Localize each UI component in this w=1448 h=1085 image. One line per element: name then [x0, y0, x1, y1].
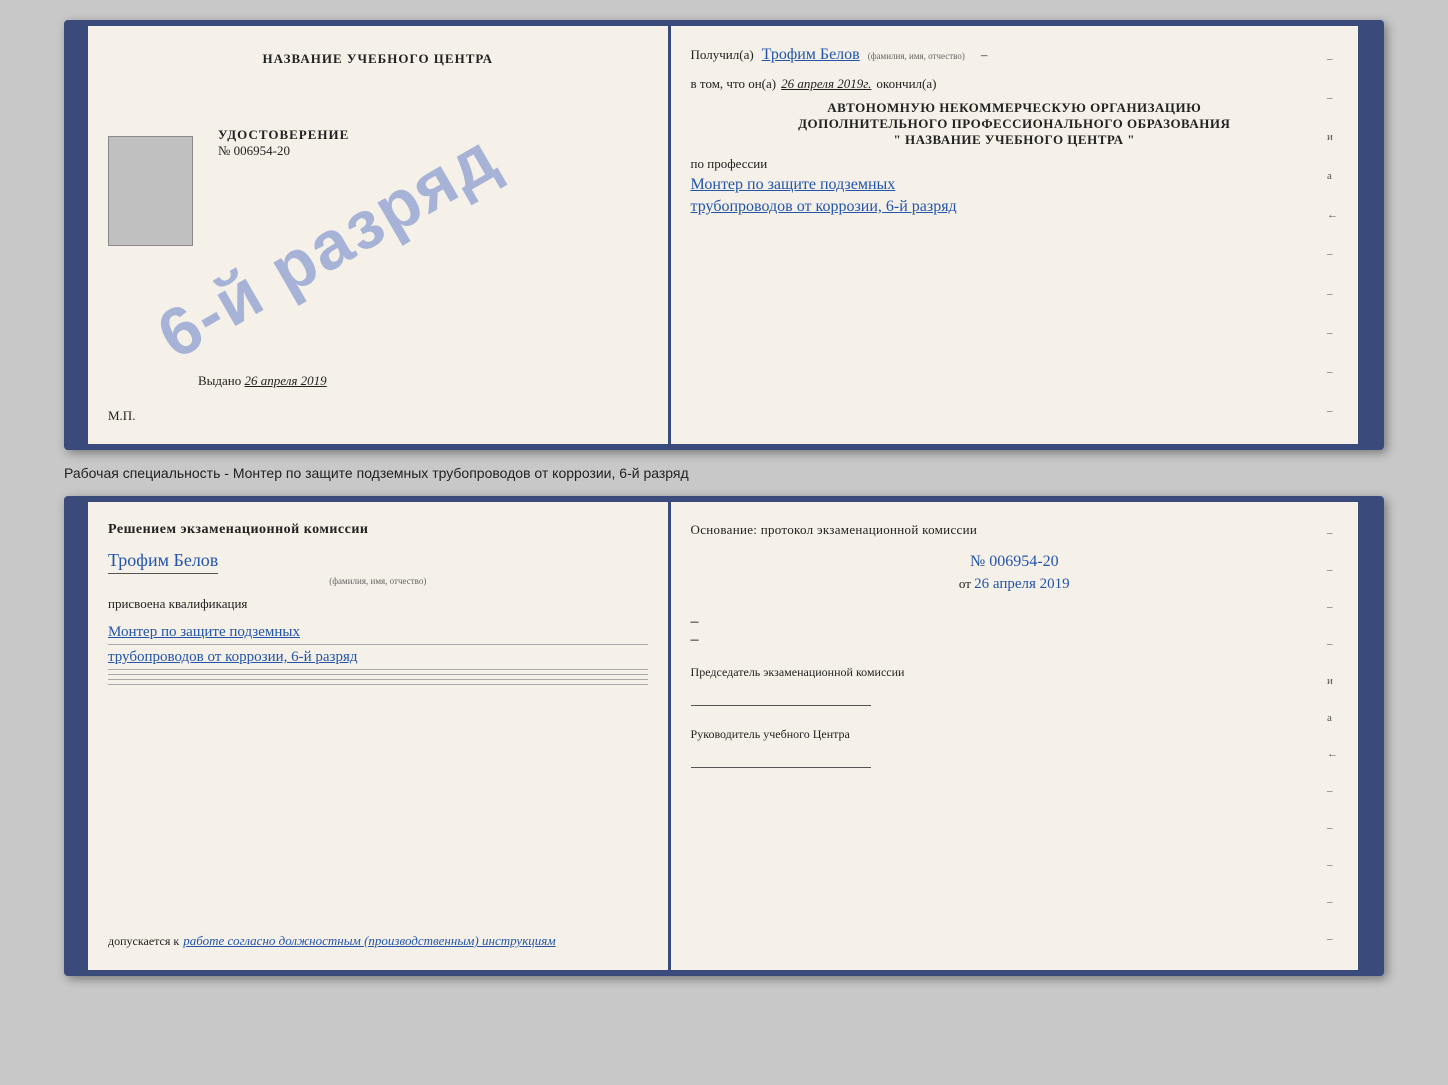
right2-dash2: –	[691, 631, 699, 648]
vydano-label: Выдано	[198, 373, 241, 388]
protocol-number: № 006954-20	[691, 553, 1338, 571]
doc1-left-title: НАЗВАНИЕ УЧЕБНОГО ЦЕНТРА	[108, 51, 648, 67]
vydano-block: Выдано 26 апреля 2019	[198, 373, 327, 389]
margin-dash-4: –	[1327, 288, 1338, 300]
doc2-left-page: Решением экзаменационной комиссии Трофим…	[88, 502, 671, 970]
qualification-line2: трубопроводов от коррозии, 6-й разряд	[108, 645, 648, 670]
profession-line2: трубопроводов от коррозии, 6-й разряд	[691, 198, 1338, 216]
book2-spine-left	[70, 502, 88, 970]
po-professii-label: по профессии	[691, 156, 1338, 172]
r2-dash2: –	[1327, 564, 1338, 576]
margin-i: и	[1327, 131, 1338, 143]
margin-arrow: ←	[1327, 209, 1338, 221]
photo-placeholder	[108, 136, 193, 246]
protocol-block: № 006954-20 от 26 апреля 2019	[691, 553, 1338, 593]
udostoverenie-block: УДОСТОВЕРЕНИЕ № 006954-20	[218, 127, 648, 159]
margin-dash-5: –	[1327, 327, 1338, 339]
org-line3: " НАЗВАНИЕ УЧЕБНОГО ЦЕНТРА "	[691, 132, 1338, 148]
org-block: АВТОНОМНУЮ НЕКОММЕРЧЕСКУЮ ОРГАНИЗАЦИЮ ДО…	[691, 100, 1338, 148]
chairman-signature-line	[691, 686, 871, 706]
vtom-line: в том, что он(а) 26 апреля 2019г. окончи…	[691, 76, 1338, 92]
doc1-right-page: Получил(а) Трофим Белов (фамилия, имя, о…	[671, 26, 1358, 444]
r2-dash4: –	[1327, 638, 1338, 650]
margin-dash-2: –	[1327, 92, 1338, 104]
margin-dash-7: –	[1327, 405, 1338, 417]
prisvoena-text: присвоена квалификация	[108, 596, 648, 612]
doc2-name-subtitle: (фамилия, имя, отчество)	[108, 576, 648, 586]
rukovoditel-label: Руководитель учебного Центра	[691, 726, 1338, 743]
margin-a: а	[1327, 170, 1338, 182]
doc1-left-page: НАЗВАНИЕ УЧЕБНОГО ЦЕНТРА УДОСТОВЕРЕНИЕ №…	[88, 26, 671, 444]
profession-line1: Монтер по защите подземных	[691, 176, 1338, 194]
dopuskaetsya-block: допускается к работе согласно должностны…	[108, 932, 648, 950]
dash-lines: – –	[691, 613, 1338, 649]
certificate-document-2: Решением экзаменационной комиссии Трофим…	[64, 496, 1384, 976]
chairman-block: Председатель экзаменационной комиссии	[691, 664, 1338, 706]
margin-dash-6: –	[1327, 366, 1338, 378]
r2-dash6: –	[1327, 822, 1338, 834]
margin-dash-1: –	[1327, 53, 1338, 65]
certificate-document-1: НАЗВАНИЕ УЧЕБНОГО ЦЕНТРА УДОСТОВЕРЕНИЕ №…	[64, 20, 1384, 450]
r2-arrow: ←	[1327, 748, 1338, 760]
r2-a: а	[1327, 712, 1338, 724]
osnovaniye-text: Основание: протокол экзаменационной коми…	[691, 522, 1338, 538]
doc2-section-title: Решением экзаменационной комиссии	[108, 522, 648, 538]
ot-date-block: от 26 апреля 2019	[691, 576, 1338, 593]
ot-label: от	[959, 576, 971, 591]
r2-dash1: –	[1327, 527, 1338, 539]
book-spine-right	[1358, 26, 1378, 444]
org-line1: АВТОНОМНУЮ НЕКОММЕРЧЕСКУЮ ОРГАНИЗАЦИЮ	[691, 100, 1338, 116]
dash1: –	[981, 47, 988, 63]
r2-i: и	[1327, 675, 1338, 687]
chairman-label: Председатель экзаменационной комиссии	[691, 664, 1338, 681]
vtom-date: 26 апреля 2019г.	[781, 76, 871, 92]
margin-dash-3: –	[1327, 248, 1338, 260]
received-line: Получил(а) Трофим Белов (фамилия, имя, о…	[691, 46, 1338, 64]
ot-date-value: 26 апреля 2019	[974, 576, 1070, 592]
r2-dash5: –	[1327, 785, 1338, 797]
r2-dash3: –	[1327, 601, 1338, 613]
org-line2: ДОПОЛНИТЕЛЬНОГО ПРОФЕССИОНАЛЬНОГО ОБРАЗО…	[691, 116, 1338, 132]
r2-dash8: –	[1327, 896, 1338, 908]
qualification-line1: Монтер по защите подземных	[108, 620, 648, 645]
doc2-name: Трофим Белов	[108, 550, 218, 574]
right-margin-annotations: – – и а ← – – – – –	[1327, 26, 1338, 444]
okonchil: окончил(а)	[876, 76, 936, 92]
middle-text: Рабочая специальность - Монтер по защите…	[64, 460, 1384, 486]
doc2-name-block: Трофим Белов (фамилия, имя, отчество)	[108, 550, 648, 586]
received-name: Трофим Белов	[762, 46, 860, 64]
udostoverenie-label: УДОСТОВЕРЕНИЕ	[218, 127, 648, 143]
udostoverenie-number: № 006954-20	[218, 143, 648, 159]
r2-dash7: –	[1327, 859, 1338, 871]
separator-2	[108, 679, 648, 680]
r2-dash9: –	[1327, 933, 1338, 945]
book2-spine-right	[1358, 502, 1378, 970]
mp-block: М.П.	[108, 408, 135, 424]
dopuskaetsya-label: допускается к	[108, 934, 179, 948]
rukovoditel-signature-line	[691, 748, 871, 768]
received-label: Получил(а)	[691, 47, 754, 63]
rukovoditel-block: Руководитель учебного Центра	[691, 726, 1338, 768]
vtom-label: в том, что он(а)	[691, 76, 777, 92]
right2-margin-annotations: – – – – и а ← – – – – –	[1327, 502, 1338, 970]
separator-3	[108, 684, 648, 685]
received-subtitle: (фамилия, имя, отчество)	[868, 51, 965, 61]
right2-dash1: –	[691, 613, 699, 630]
separator-1	[108, 674, 648, 675]
dopuskaetsya-value: работе согласно должностным (производств…	[183, 933, 555, 948]
book-spine-left	[70, 26, 88, 444]
doc2-right-page: Основание: протокол экзаменационной коми…	[671, 502, 1358, 970]
vydano-date: 26 апреля 2019	[245, 373, 327, 388]
